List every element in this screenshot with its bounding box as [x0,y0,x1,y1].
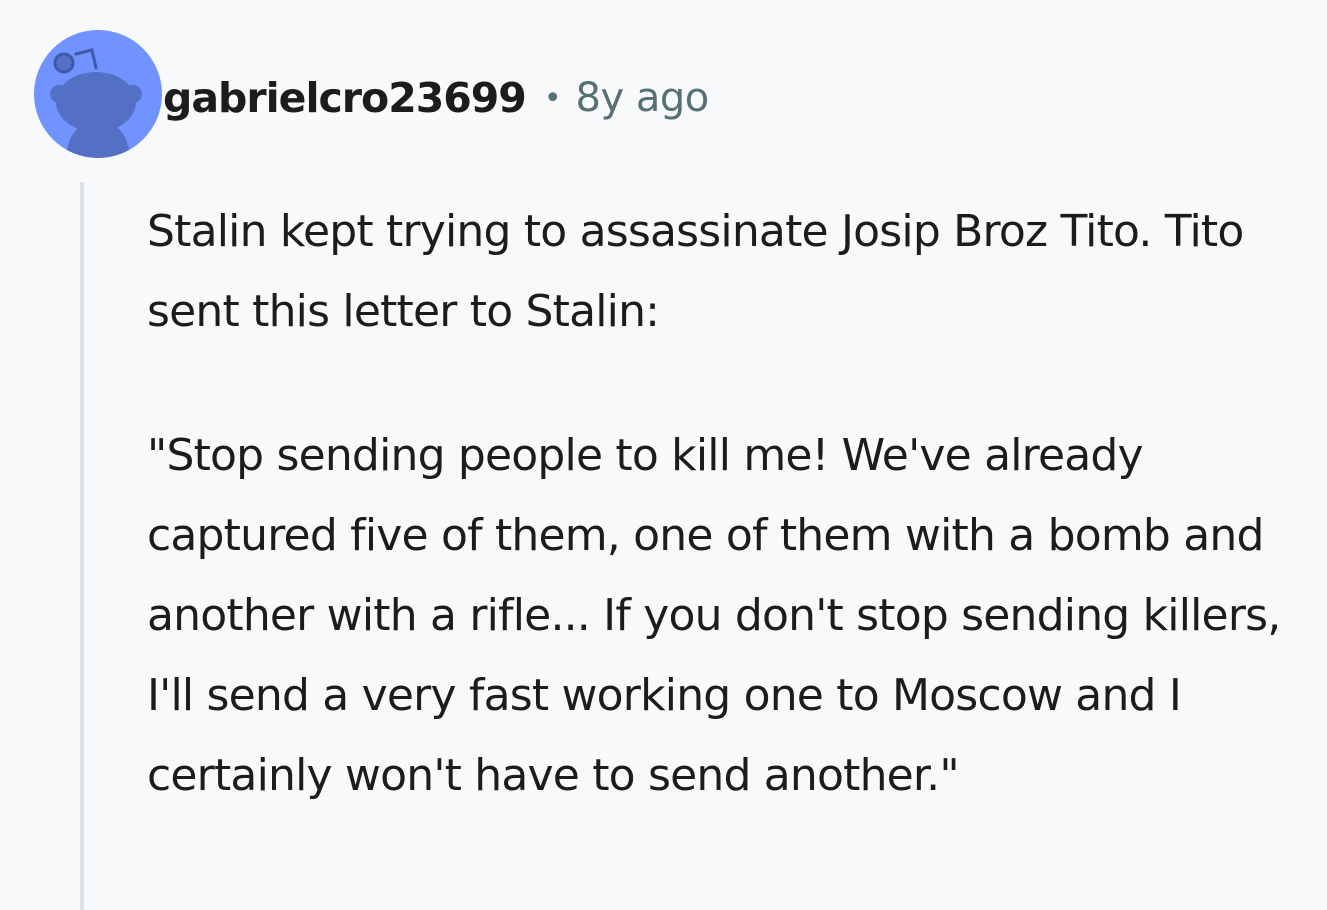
comment-timestamp[interactable]: 8y ago [576,75,710,121]
meta-separator: • [543,80,562,116]
comment-header: gabrielcro23699 • 8y ago [163,68,709,128]
snoo-avatar-icon [50,48,142,158]
comment-body: Stalin kept trying to assassinate Josip … [147,192,1322,816]
thread-collapse-line[interactable] [80,182,84,910]
author-avatar[interactable] [34,30,162,158]
comment-paragraph: "Stop sending people to kill me! We've a… [147,430,1281,801]
comment: gabrielcro23699 • 8y ago Stalin kept try… [0,0,1327,910]
author-username[interactable]: gabrielcro23699 [163,74,527,122]
comment-paragraph: Stalin kept trying to assassinate Josip … [147,206,1244,337]
